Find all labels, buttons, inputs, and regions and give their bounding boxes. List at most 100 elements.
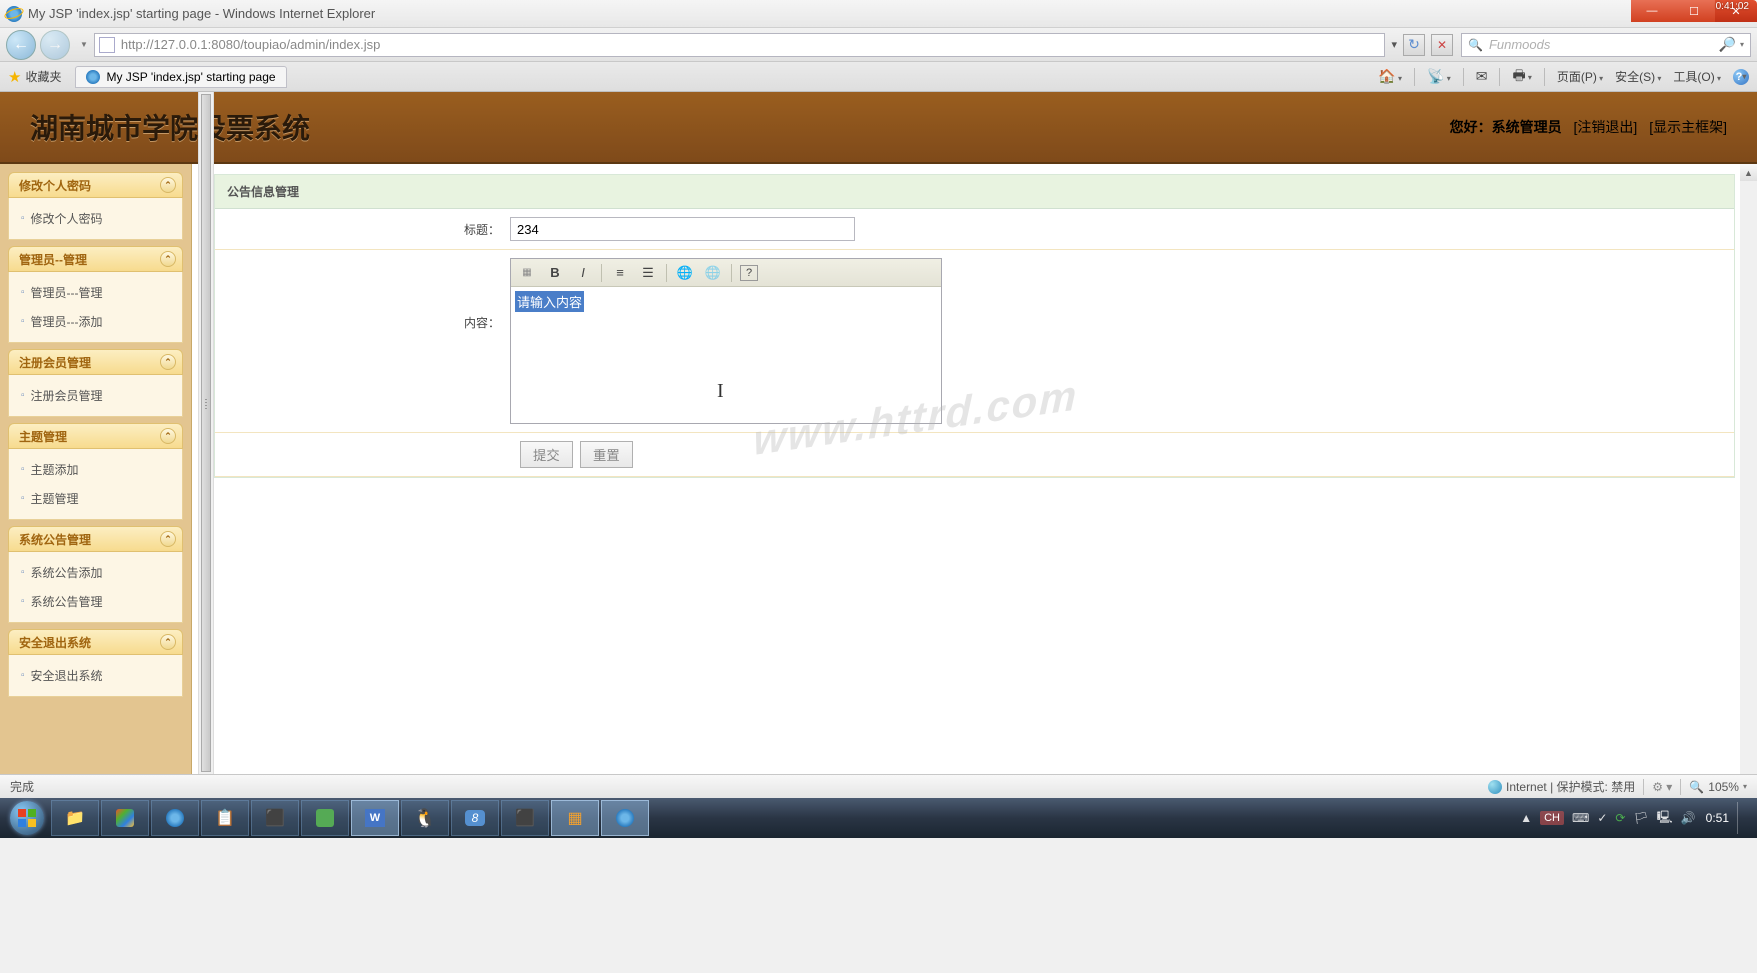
- sidebar-item-member-manage[interactable]: 注册会员管理: [9, 381, 182, 410]
- start-button[interactable]: [4, 800, 50, 836]
- source-button[interactable]: ▦: [517, 263, 537, 283]
- favorites-label[interactable]: 收藏夹: [25, 68, 61, 85]
- scroll-up-icon[interactable]: ▲: [1740, 164, 1757, 181]
- title-input[interactable]: [510, 217, 855, 241]
- favorites-bar: ★ 收藏夹 My JSP 'index.jsp' starting page 🏠…: [0, 62, 1757, 92]
- collapse-icon[interactable]: ⌃: [160, 531, 176, 547]
- mail-button[interactable]: ✉: [1476, 68, 1488, 85]
- main-scrollbar[interactable]: ▲: [1740, 164, 1757, 774]
- task-button-1[interactable]: 📁: [51, 800, 99, 836]
- page-menu[interactable]: 页面(P): [1557, 68, 1603, 85]
- task-button-app6[interactable]: ⬛: [501, 800, 549, 836]
- sidebar-item-admin-manage[interactable]: 管理员---管理: [9, 278, 182, 307]
- home-button[interactable]: 🏠: [1378, 68, 1402, 85]
- reset-button[interactable]: 重置: [580, 441, 633, 468]
- ime-indicator[interactable]: CH: [1540, 811, 1564, 825]
- tools-menu[interactable]: 工具(O): [1673, 68, 1721, 85]
- sidebar-item-exit[interactable]: 安全退出系统: [9, 661, 182, 690]
- collapse-icon[interactable]: ⌃: [160, 177, 176, 193]
- editor-body[interactable]: 请输入内容: [511, 287, 941, 423]
- sidebar-head-member[interactable]: 注册会员管理 ⌃: [8, 349, 183, 375]
- maximize-button[interactable]: ☐: [1673, 0, 1715, 22]
- browser-tab[interactable]: My JSP 'index.jsp' starting page: [75, 66, 286, 88]
- sidebar-item-topic-manage[interactable]: 主题管理: [9, 484, 182, 513]
- status-right: Internet | 保护模式: 禁用 ⚙ ▾ 🔍 105% ▾: [1488, 778, 1747, 795]
- main-area: 公告信息管理 标题： 内容： ▦ B I: [192, 164, 1757, 774]
- sidebar-item-topic-add[interactable]: 主题添加: [9, 455, 182, 484]
- sidebar-head-topic[interactable]: 主题管理 ⌃: [8, 423, 183, 449]
- feeds-button[interactable]: 📡: [1427, 68, 1451, 85]
- sidebar-head-password[interactable]: 修改个人密码 ⌃: [8, 172, 183, 198]
- back-button[interactable]: ←: [6, 30, 36, 60]
- tray-network-icon[interactable]: 🖳: [1657, 808, 1673, 829]
- collapse-icon[interactable]: ⌃: [160, 428, 176, 444]
- task-button-2[interactable]: [101, 800, 149, 836]
- zoom-level[interactable]: 105%: [1708, 780, 1739, 794]
- task-button-app2[interactable]: ⬛: [251, 800, 299, 836]
- italic-button[interactable]: I: [573, 263, 593, 283]
- safety-menu[interactable]: 安全(S): [1615, 68, 1661, 85]
- tray-keyboard-icon[interactable]: ⌨: [1572, 811, 1589, 825]
- search-dropdown-icon[interactable]: ▾: [1740, 40, 1744, 49]
- help-button[interactable]: ?: [1733, 69, 1749, 85]
- history-dropdown-icon[interactable]: ▼: [80, 40, 88, 49]
- help-button[interactable]: ?: [740, 265, 758, 281]
- favorites-star-icon[interactable]: ★: [8, 68, 21, 86]
- ordered-list-button[interactable]: ≡: [610, 263, 630, 283]
- task-button-qq[interactable]: 🐧: [401, 800, 449, 836]
- overlay-timer: 0:41:02: [1716, 1, 1749, 12]
- sidebar-item-admin-add[interactable]: 管理员---添加: [9, 307, 182, 336]
- task-button-ie[interactable]: [151, 800, 199, 836]
- notice-panel: 公告信息管理 标题： 内容： ▦ B I: [214, 174, 1735, 478]
- logout-link[interactable]: [注销退出]: [1574, 119, 1638, 135]
- minimize-button[interactable]: —: [1631, 0, 1673, 22]
- search-bar[interactable]: 🔍 Funmoods 🔎 ▾: [1461, 33, 1751, 57]
- bold-button[interactable]: B: [545, 263, 565, 283]
- zoom-dropdown-icon[interactable]: ▾: [1743, 782, 1747, 791]
- collapse-icon[interactable]: ⌃: [160, 634, 176, 650]
- sidebar-item-change-password[interactable]: 修改个人密码: [9, 204, 182, 233]
- link-button[interactable]: 🌐: [675, 263, 695, 283]
- show-frame-link[interactable]: [显示主框架]: [1649, 119, 1727, 135]
- task-button-app7[interactable]: ▦: [551, 800, 599, 836]
- compat-dropdown-icon[interactable]: ▾: [1391, 38, 1397, 51]
- tray-sync-icon[interactable]: ✓: [1597, 811, 1607, 825]
- unordered-list-button[interactable]: ☰: [638, 263, 658, 283]
- task-button-word[interactable]: W: [351, 800, 399, 836]
- panel-title: 公告信息管理: [215, 175, 1734, 209]
- sidebar-item-notice-add[interactable]: 系统公告添加: [9, 558, 182, 587]
- sidebar-body: 注册会员管理: [8, 375, 183, 417]
- tray-flag-icon[interactable]: 🏳: [1633, 811, 1648, 825]
- sidebar-head-notice[interactable]: 系统公告管理 ⌃: [8, 526, 183, 552]
- address-bar[interactable]: http://127.0.0.1:8080/toupiao/admin/inde…: [94, 33, 1386, 57]
- sidebar-item-notice-manage[interactable]: 系统公告管理: [9, 587, 182, 616]
- print-button[interactable]: 🖶: [1512, 65, 1531, 89]
- submit-button[interactable]: 提交: [520, 441, 573, 468]
- search-go-icon[interactable]: 🔎: [1719, 36, 1736, 53]
- sidebar-head-admin[interactable]: 管理员--管理 ⌃: [8, 246, 183, 272]
- protected-mode-icon[interactable]: ⚙ ▾: [1652, 780, 1672, 794]
- show-desktop-button[interactable]: [1737, 802, 1745, 834]
- task-button-app3[interactable]: [301, 800, 349, 836]
- sidebar-block-admin: 管理员--管理 ⌃ 管理员---管理 管理员---添加: [8, 246, 183, 343]
- forward-button[interactable]: →: [40, 30, 70, 60]
- tray-expand-icon[interactable]: ▲: [1520, 811, 1532, 825]
- browser-status-bar: 完成 Internet | 保护模式: 禁用 ⚙ ▾ 🔍 105% ▾: [0, 774, 1757, 798]
- zoom-icon[interactable]: 🔍: [1689, 780, 1704, 794]
- task-button-app5[interactable]: 8: [451, 800, 499, 836]
- sidebar-block-member: 注册会员管理 ⌃ 注册会员管理: [8, 349, 183, 417]
- tray-process-icon[interactable]: ⟳: [1615, 811, 1625, 825]
- task-button-app1[interactable]: 📋: [201, 800, 249, 836]
- collapse-icon[interactable]: ⌃: [160, 354, 176, 370]
- status-done: 完成: [10, 778, 34, 795]
- stop-button[interactable]: ✕: [1431, 34, 1453, 56]
- unlink-button[interactable]: 🌐: [703, 263, 723, 283]
- sidebar-head-label: 主题管理: [19, 428, 67, 445]
- collapse-icon[interactable]: ⌃: [160, 251, 176, 267]
- separator: [1544, 68, 1545, 86]
- tray-clock[interactable]: 0:51: [1706, 811, 1729, 825]
- task-button-ie2[interactable]: [601, 800, 649, 836]
- sidebar-head-exit[interactable]: 安全退出系统 ⌃: [8, 629, 183, 655]
- refresh-button[interactable]: ↻: [1403, 34, 1425, 56]
- tray-volume-icon[interactable]: 🔊: [1681, 811, 1696, 825]
